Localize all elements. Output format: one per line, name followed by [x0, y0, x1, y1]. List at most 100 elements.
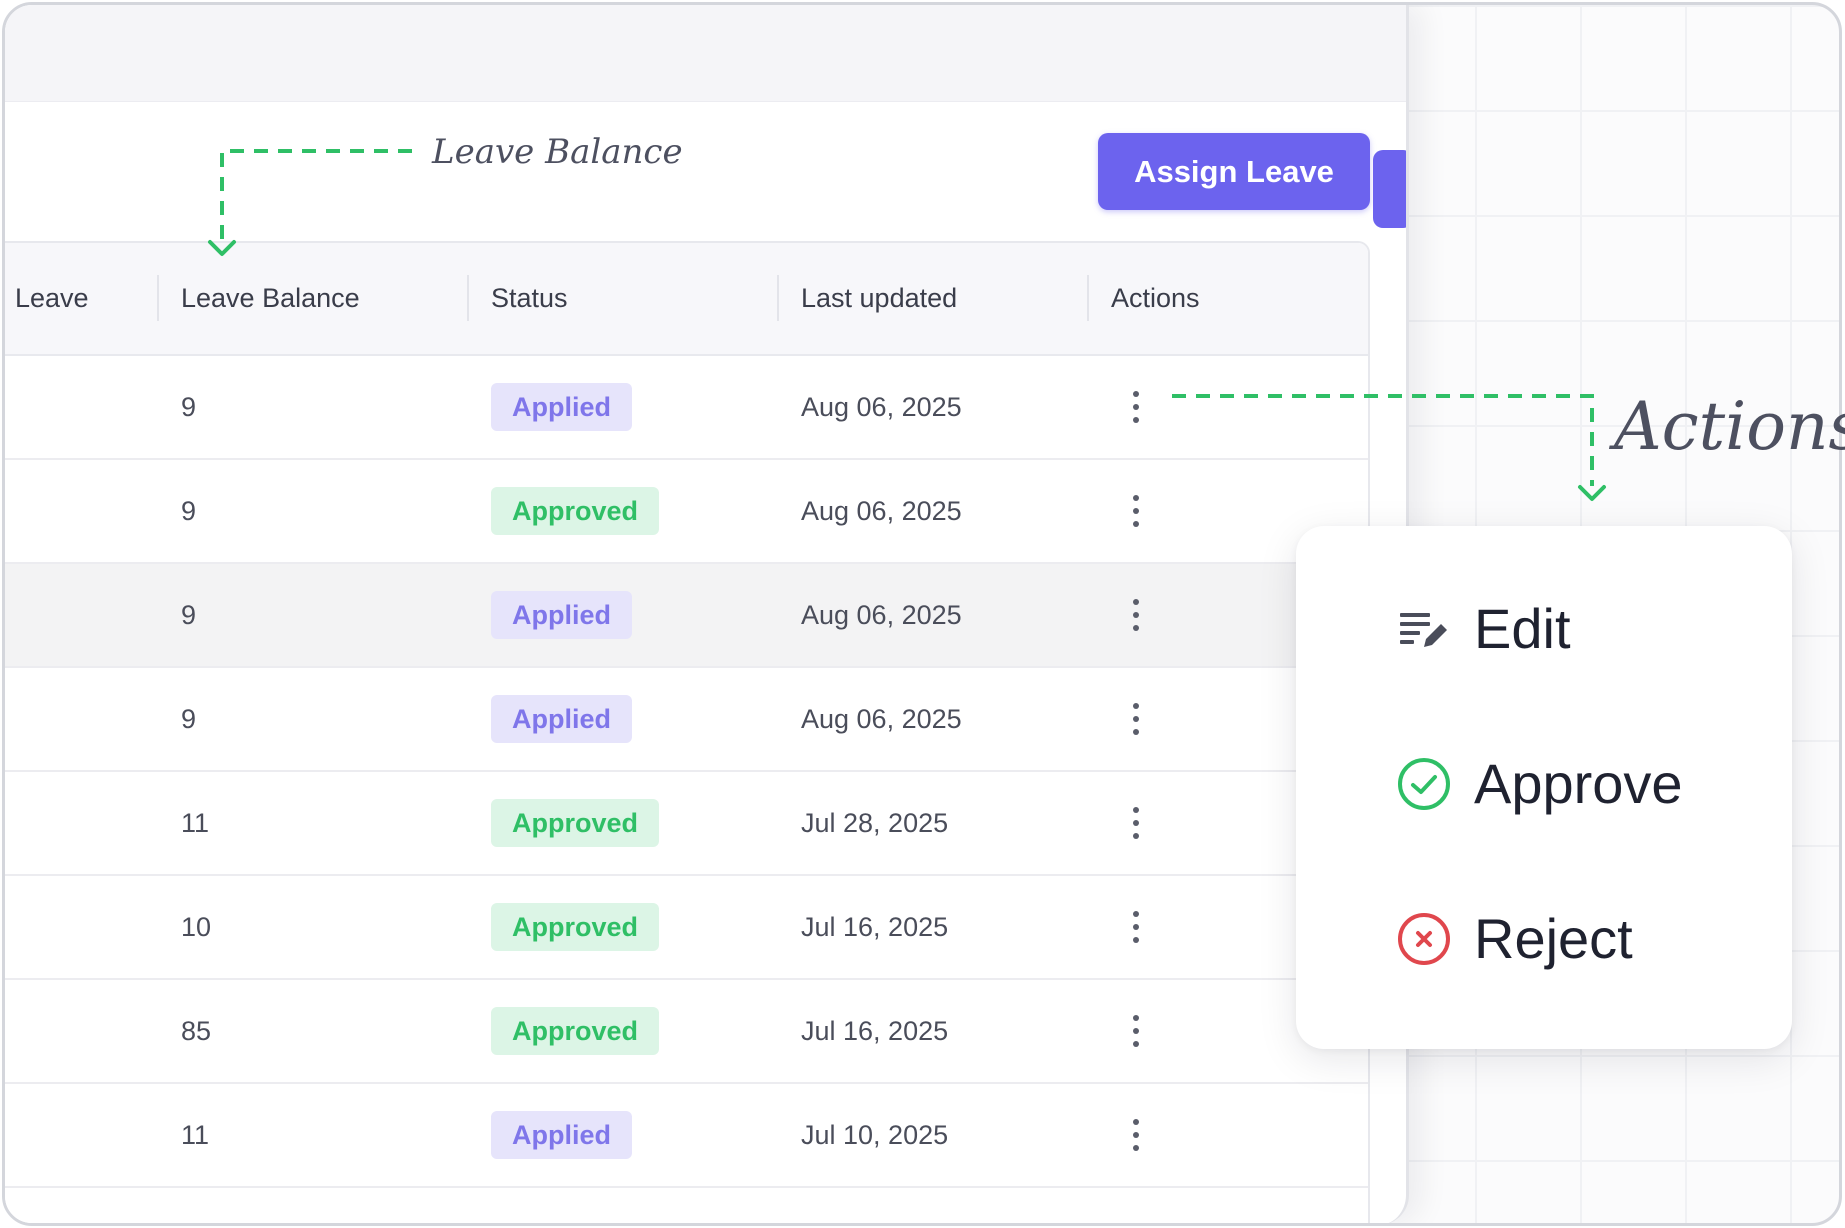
x-circle-icon [1396, 911, 1452, 967]
more-vertical-icon[interactable] [1123, 595, 1149, 635]
secondary-button[interactable] [1373, 150, 1406, 228]
dot [1133, 495, 1139, 501]
menu-item-label: Approve [1474, 752, 1683, 815]
dot [1133, 1132, 1139, 1138]
more-vertical-icon[interactable] [1123, 387, 1149, 427]
assign-leave-button[interactable]: Assign Leave [1098, 133, 1370, 210]
table-row[interactable]: 11 Applied Jul 10, 2025 [5, 1084, 1368, 1188]
annotation-actions: Actions [1614, 388, 1845, 465]
table-row[interactable]: 10 Approved Jul 16, 2025 [5, 876, 1368, 980]
more-vertical-icon[interactable] [1123, 907, 1149, 947]
dot [1133, 391, 1139, 397]
more-vertical-icon[interactable] [1123, 803, 1149, 843]
status-cell: Applied [491, 564, 632, 666]
dot [1133, 911, 1139, 917]
header-leave-balance[interactable]: Leave Balance [181, 243, 360, 354]
actions-cell [1123, 356, 1149, 458]
frame: Assign Leave Leave Leave Balance Status … [2, 2, 1842, 1226]
leave-balance-cell: 10 [181, 911, 212, 942]
dot [1133, 716, 1139, 722]
header-status[interactable]: Status [491, 243, 568, 354]
dot [1133, 729, 1139, 735]
dot [1133, 1119, 1139, 1125]
header-last-updated[interactable]: Last updated [801, 243, 957, 354]
table-row[interactable]: 85 Approved Jul 16, 2025 [5, 980, 1368, 1084]
check-circle-icon [1396, 756, 1452, 812]
actions-cell [1123, 564, 1149, 666]
status-badge: Approved [491, 799, 660, 847]
status-badge: Approved [491, 1007, 660, 1055]
status-cell: Approved [491, 460, 660, 562]
last-updated-cell: Jul 16, 2025 [801, 1015, 949, 1046]
table-row[interactable]: 9 Approved Aug 06, 2025 [5, 460, 1368, 564]
annotation-leave-balance: Leave Balance [432, 132, 683, 172]
menu-item-label: Reject [1474, 907, 1633, 970]
status-badge: Applied [491, 695, 632, 743]
leave-balance-cell: 85 [181, 1015, 212, 1046]
top-bar [5, 5, 1406, 102]
last-updated-cell: Aug 06, 2025 [801, 391, 962, 422]
status-cell: Applied [491, 1084, 632, 1186]
last-updated-cell: Aug 06, 2025 [801, 703, 962, 734]
leave-balance-cell: 9 [181, 599, 197, 630]
dot [1133, 937, 1139, 943]
dot [1133, 612, 1139, 618]
column-divider [1087, 275, 1089, 321]
status-badge: Approved [491, 487, 660, 535]
status-cell: Approved [491, 772, 660, 874]
actions-menu: Edit Approve Reject [1296, 526, 1792, 1049]
leave-balance-cell: 9 [181, 703, 197, 734]
dot [1133, 833, 1139, 839]
dot [1133, 1041, 1139, 1047]
more-vertical-icon[interactable] [1123, 491, 1149, 531]
status-badge: Applied [491, 591, 632, 639]
table-row[interactable]: 9 Applied Aug 06, 2025 [5, 356, 1368, 460]
last-updated-cell: Jul 16, 2025 [801, 911, 949, 942]
dot [1133, 1015, 1139, 1021]
menu-item-label: Edit [1474, 597, 1571, 660]
dot [1133, 1145, 1139, 1151]
dot [1133, 703, 1139, 709]
dot [1133, 625, 1139, 631]
table-header: Leave Leave Balance Status Last updated … [5, 243, 1368, 356]
more-vertical-icon[interactable] [1123, 1115, 1149, 1155]
status-badge: Applied [491, 1111, 632, 1159]
menu-item-reject[interactable]: Reject [1396, 906, 1633, 971]
column-divider [157, 275, 159, 321]
last-updated-cell: Jul 28, 2025 [801, 807, 949, 838]
menu-item-edit[interactable]: Edit [1396, 596, 1571, 661]
status-cell: Applied [491, 668, 632, 770]
status-cell: Approved [491, 876, 660, 978]
table-row[interactable]: 11 Approved Jul 28, 2025 [5, 772, 1368, 876]
leave-balance-cell: 11 [181, 1119, 210, 1150]
column-divider [777, 275, 779, 321]
actions-cell [1123, 460, 1149, 562]
dot [1133, 599, 1139, 605]
actions-cell [1123, 668, 1149, 770]
actions-cell [1123, 876, 1149, 978]
dot [1133, 417, 1139, 423]
table-row[interactable]: 9 Applied Aug 06, 2025 [5, 668, 1368, 772]
leave-balance-cell: 9 [181, 391, 197, 422]
actions-cell [1123, 772, 1149, 874]
more-vertical-icon[interactable] [1123, 1011, 1149, 1051]
dot [1133, 1028, 1139, 1034]
app-panel: Assign Leave Leave Leave Balance Status … [5, 5, 1409, 1223]
last-updated-cell: Aug 06, 2025 [801, 495, 962, 526]
dot [1133, 807, 1139, 813]
more-vertical-icon[interactable] [1123, 699, 1149, 739]
status-badge: Applied [491, 383, 632, 431]
last-updated-cell: Jul 10, 2025 [801, 1119, 949, 1150]
table-row[interactable]: 9 Applied Aug 06, 2025 [5, 564, 1368, 668]
status-cell: Approved [491, 980, 660, 1082]
menu-item-approve[interactable]: Approve [1396, 751, 1683, 816]
leave-balance-cell: 9 [181, 495, 197, 526]
actions-cell [1123, 1084, 1149, 1186]
status-cell: Applied [491, 356, 632, 458]
header-leave[interactable]: Leave [15, 243, 89, 354]
leave-balance-cell: 11 [181, 807, 210, 838]
dot [1133, 820, 1139, 826]
last-updated-cell: Aug 06, 2025 [801, 599, 962, 630]
column-divider [467, 275, 469, 321]
dot [1133, 404, 1139, 410]
